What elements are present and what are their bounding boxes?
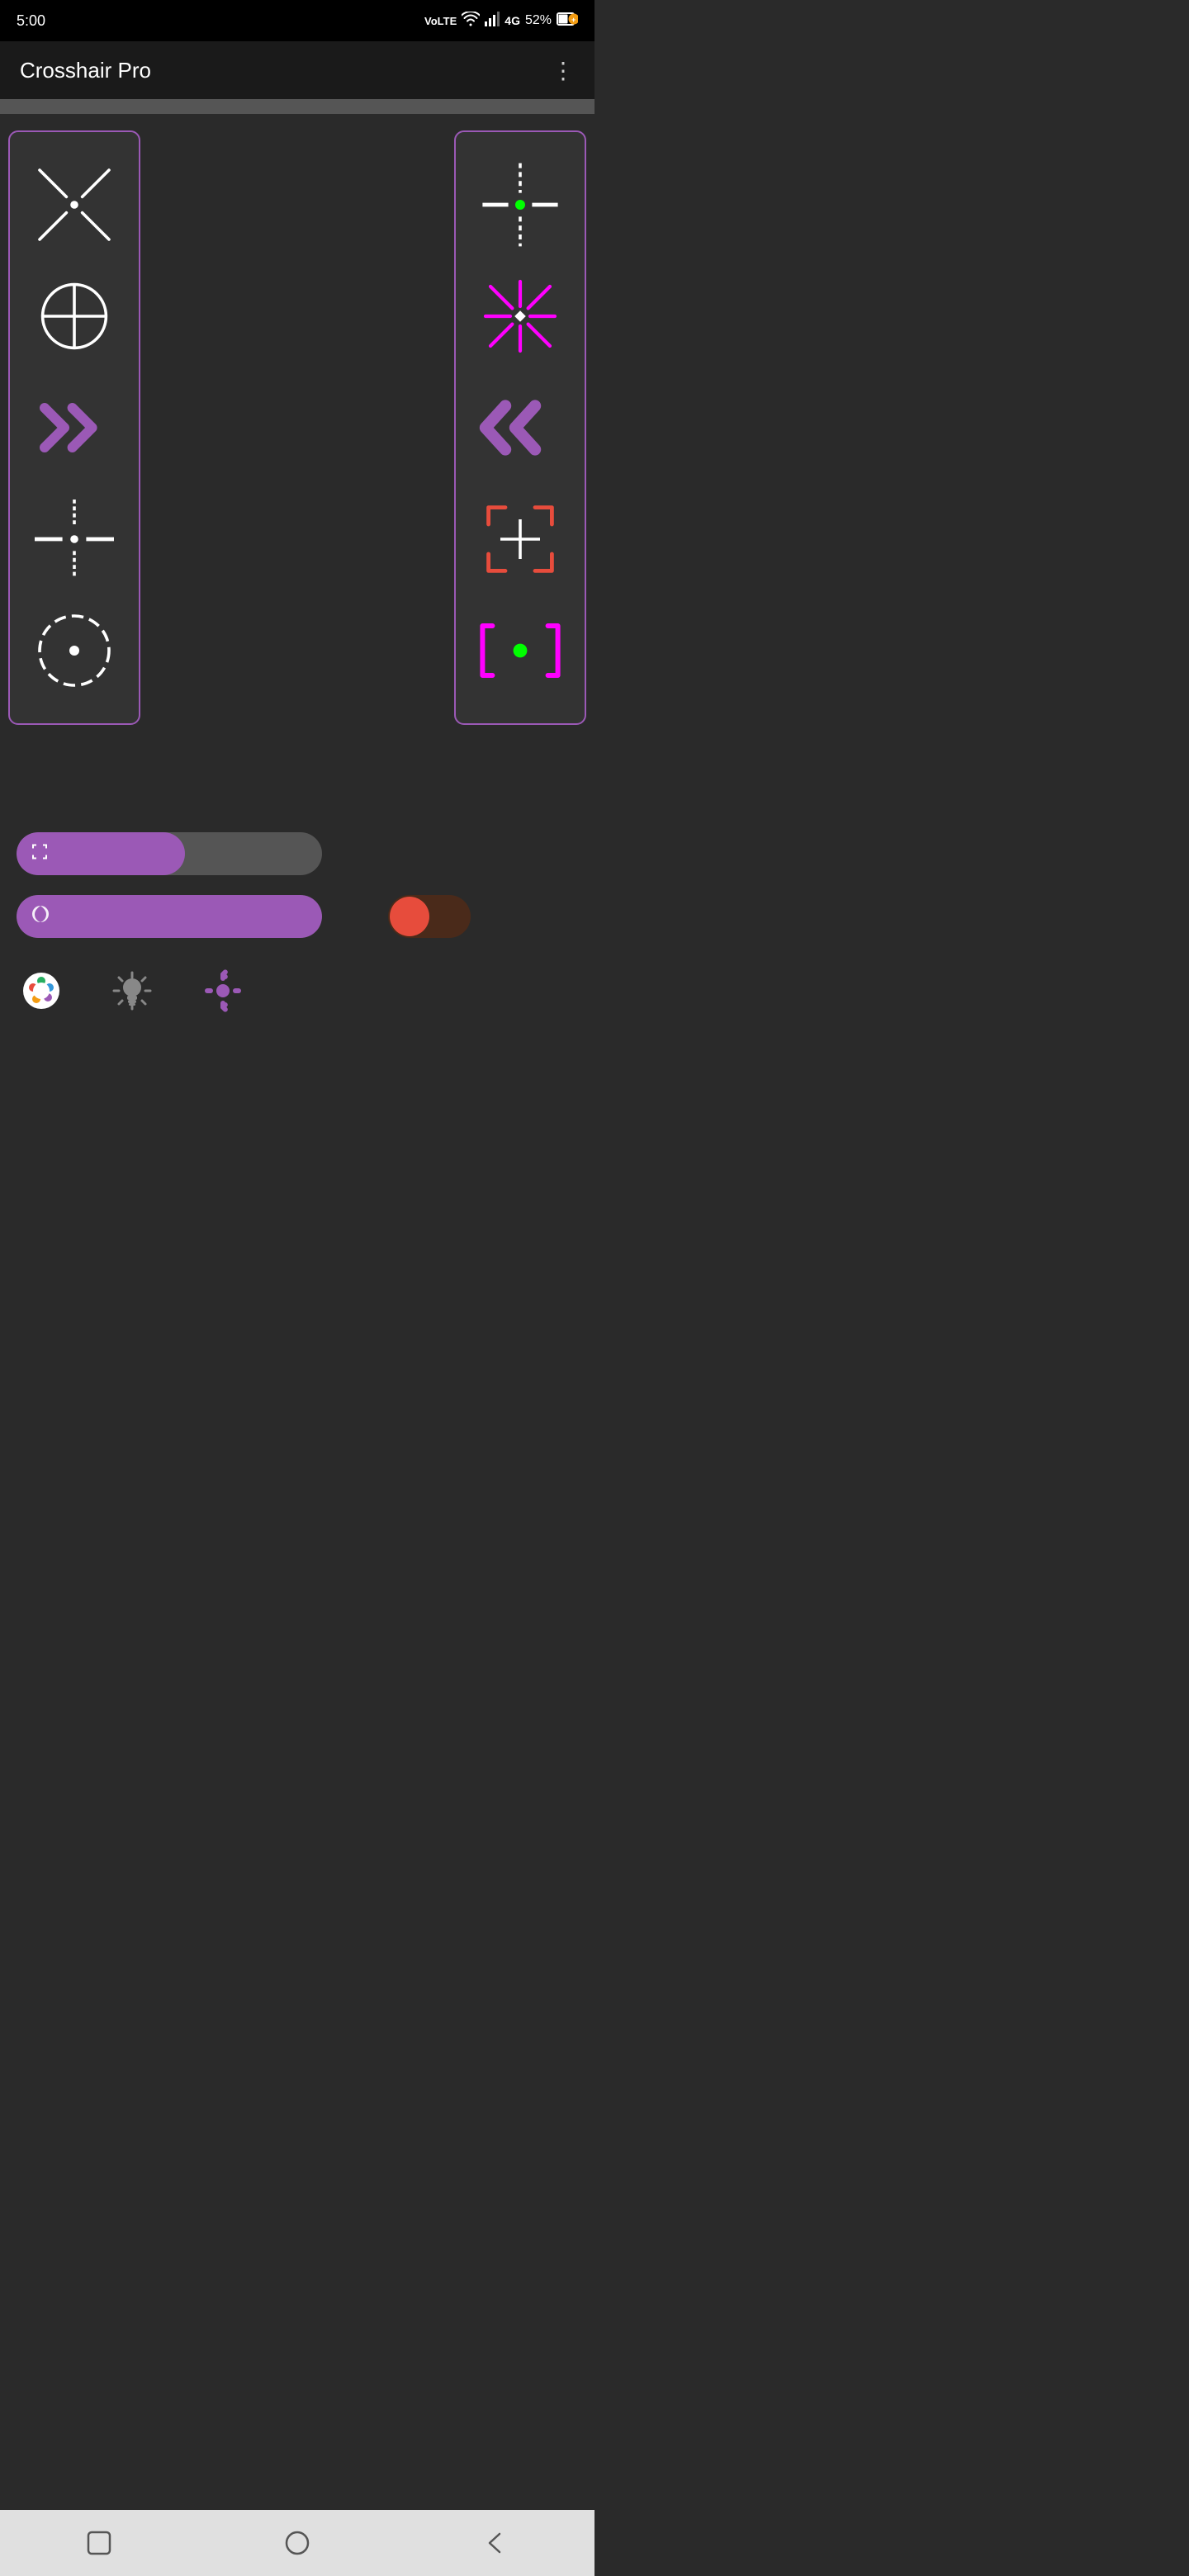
palette-button[interactable] (17, 966, 66, 1016)
crosshair-circle[interactable] (25, 267, 124, 366)
settings-button[interactable] (198, 966, 248, 1016)
nav-spacer (0, 1040, 594, 1106)
crosshair-dashed-plus[interactable] (471, 155, 570, 254)
crosshair-bracket-plus[interactable] (471, 490, 570, 589)
battery-icon: + (557, 12, 578, 31)
brightness-button[interactable] (107, 966, 157, 1016)
toggle-switch[interactable] (388, 895, 471, 938)
nav-back-button[interactable] (475, 2522, 516, 2564)
crosshair-chevron[interactable] (25, 378, 124, 477)
opacity-slider-track[interactable] (17, 895, 322, 938)
size-slider-row (17, 832, 578, 875)
status-bar: 5:00 VoLTE 4G 52% (0, 0, 594, 41)
size-icon (30, 842, 50, 866)
crosshair-double-chevron[interactable] (471, 378, 570, 477)
crosshair-plus-dot[interactable] (25, 490, 124, 589)
signal-icon (485, 12, 500, 31)
more-menu-button[interactable]: ⋮ (552, 57, 575, 84)
crosshair-star[interactable] (471, 267, 570, 366)
crosshair-panels (0, 114, 594, 741)
opacity-icon (30, 903, 51, 930)
opacity-slider-fill (17, 895, 322, 938)
battery-percent: 52% (525, 13, 552, 28)
time: 5:00 (17, 12, 45, 30)
left-crosshair-panel (8, 130, 140, 725)
crosshair-x[interactable] (25, 155, 124, 254)
nav-square-button[interactable] (78, 2522, 120, 2564)
toggle-knob (390, 897, 429, 936)
controls-area (0, 807, 594, 1040)
bottom-icons-row (17, 958, 578, 1024)
empty-space (0, 741, 594, 807)
right-crosshair-panel (454, 130, 586, 725)
volte-icon: VoLTE (424, 15, 457, 27)
size-slider-track[interactable] (17, 832, 322, 875)
opacity-toggle-row (17, 895, 578, 938)
middle-spacer (140, 130, 454, 725)
crosshair-circle-dot[interactable] (25, 601, 124, 700)
svg-text:+: + (571, 16, 576, 24)
4g-label: 4G (504, 14, 520, 27)
divider (0, 99, 594, 114)
nav-bar (0, 2510, 594, 2576)
app-title: Crosshair Pro (20, 58, 151, 83)
crosshair-bracket-dot[interactable] (471, 601, 570, 700)
nav-home-button[interactable] (277, 2522, 318, 2564)
app-bar: Crosshair Pro ⋮ (0, 41, 594, 99)
status-icons: VoLTE 4G 52% + (424, 12, 578, 31)
wifi-icon (462, 12, 480, 31)
